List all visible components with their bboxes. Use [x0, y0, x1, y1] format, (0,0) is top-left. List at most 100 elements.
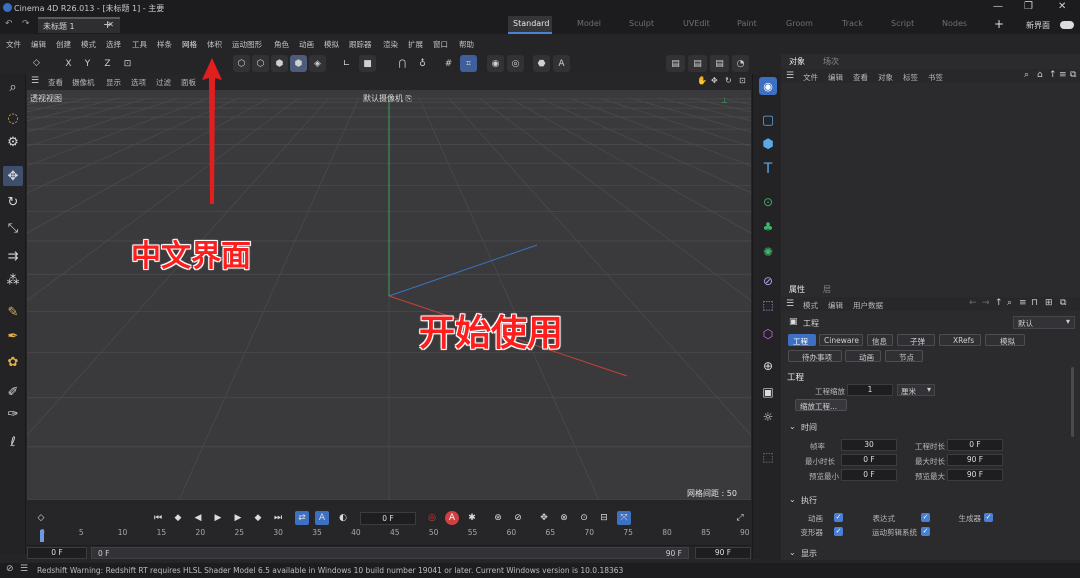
attr-filter-icon[interactable]: ≡	[1019, 298, 1027, 308]
solo-button[interactable]: ◎	[507, 55, 524, 72]
preview-min-input[interactable]: 0 F	[841, 469, 897, 481]
sketch-object-icon[interactable]: ⬚	[759, 448, 777, 466]
viewport-move-icon[interactable]: ✥	[711, 76, 718, 85]
axis-y-button[interactable]: Y	[79, 55, 96, 72]
layout-tab-paint[interactable]: Paint	[737, 19, 757, 28]
chip-cineware[interactable]: Cineware	[819, 334, 863, 346]
generators-checkbox[interactable]: ✓	[984, 513, 993, 522]
menu-window[interactable]: 窗口	[433, 39, 448, 50]
menu-tracker[interactable]: 跟踪器	[349, 39, 372, 50]
menu-volume[interactable]: 体积	[207, 39, 222, 50]
new-tab-button[interactable]: +	[103, 18, 112, 31]
scale-input[interactable]: 1	[847, 384, 893, 396]
cube-object-icon[interactable]: ⬢	[759, 135, 777, 153]
animation-checkbox[interactable]: ✓	[834, 513, 843, 522]
spline-smooth-icon[interactable]: ✿	[3, 352, 23, 372]
expressions-checkbox[interactable]: ✓	[921, 513, 930, 522]
viewport-hamburger-icon[interactable]: ☰	[31, 76, 39, 86]
snap-button[interactable]: ⋂	[394, 55, 411, 72]
range-slider[interactable]: 0 F 90 F	[91, 547, 689, 559]
chip-bullet[interactable]: 子弹	[897, 334, 935, 346]
rectangle-spline-icon[interactable]: ▢	[759, 111, 777, 129]
frame-ruler[interactable]: 051015202530354045505560657075808590	[27, 528, 751, 546]
key-rotation-icon[interactable]: ⊘	[511, 511, 525, 525]
attr-lock-icon[interactable]: ⊓	[1031, 298, 1038, 308]
object-filter-icon[interactable]: ≡	[1059, 70, 1067, 80]
object-menu-tags[interactable]: 标签	[903, 72, 918, 83]
move-tool-icon[interactable]: ✥	[3, 166, 23, 186]
field-object-icon[interactable]: ⬚	[759, 296, 777, 314]
perspective-viewport[interactable]: 透视视图 默认摄像机 ⎘ ⊥ 网格间距 : 50 cm 中文界面 开始使用	[27, 90, 751, 500]
key-settings-icon[interactable]: ✱	[465, 511, 479, 525]
spline-sketch-icon[interactable]: ✒	[3, 326, 23, 346]
paint-tool-icon[interactable]: ✑	[3, 404, 23, 424]
coordinate-system-button[interactable]: ⊡	[119, 55, 136, 72]
viewport-rotate-icon[interactable]: ↻	[725, 76, 732, 85]
object-menu-edit[interactable]: 编辑	[828, 72, 843, 83]
viewport-menu-cameras[interactable]: 摄像机	[72, 77, 95, 88]
texture-mode-button[interactable]: ◈	[309, 55, 326, 72]
tab-layers[interactable]: 层	[823, 284, 831, 295]
layout-tab-uvedit[interactable]: UVEdit	[683, 19, 710, 28]
preset-dropdown[interactable]: 默认 ▾	[1013, 316, 1075, 329]
chip-project[interactable]: 工程	[788, 334, 816, 346]
object-menu-bookmarks[interactable]: 书签	[928, 72, 943, 83]
model-mode-button[interactable]: ⬢	[290, 55, 307, 72]
minimize-button[interactable]: —	[993, 1, 1003, 12]
rotate-tool-icon[interactable]: ↻	[3, 192, 23, 212]
chip-xrefs[interactable]: XRefs	[939, 334, 981, 346]
menu-spline[interactable]: 样条	[157, 39, 172, 50]
end-frame-field[interactable]: 90 F	[695, 547, 751, 559]
attr-search-icon[interactable]: ⌕	[1007, 298, 1012, 308]
viewport-menu-filter[interactable]: 过滤	[156, 77, 171, 88]
render-view-button[interactable]: ▤	[666, 55, 685, 72]
locked-workplane-button[interactable]: ■	[359, 55, 376, 72]
next-key-icon[interactable]: ◆	[251, 511, 265, 525]
playhead[interactable]	[40, 530, 44, 542]
viewport-maximize-icon[interactable]: ⊡	[739, 76, 746, 85]
transfer-tool-icon[interactable]: ⇉	[3, 246, 23, 266]
viewport-pan-icon[interactable]: ✋	[697, 76, 707, 85]
object-newpanel-icon[interactable]: ⧉	[1070, 70, 1076, 80]
key-pla-icon[interactable]: ⊙	[577, 511, 591, 525]
scale-project-button[interactable]: 缩放工程...	[795, 399, 847, 411]
menu-animate[interactable]: 动画	[299, 39, 314, 50]
attr-menu-edit[interactable]: 编辑	[828, 300, 843, 311]
prev-key-icon[interactable]: ◆	[171, 511, 185, 525]
redo-icon[interactable]: ↷	[22, 19, 30, 29]
environment-object-icon[interactable]: ⊕	[759, 357, 777, 375]
min-time-input[interactable]: 0 F	[841, 454, 897, 466]
workplane-button[interactable]: ∟	[338, 55, 355, 72]
motion-system-checkbox[interactable]: ✓	[921, 527, 930, 536]
play-icon[interactable]: ▶	[211, 511, 225, 525]
points-mode-button[interactable]: ⬡	[233, 55, 250, 72]
menu-tools[interactable]: 工具	[132, 39, 147, 50]
soft-selection-button[interactable]: ◉	[487, 55, 504, 72]
null-object-icon[interactable]: ⊙	[759, 193, 777, 211]
new-layout-label[interactable]: 新界面	[1026, 20, 1050, 31]
render-picture-viewer-button[interactable]: ▤	[688, 55, 707, 72]
current-frame-field[interactable]: 0 F	[360, 512, 416, 525]
autokey-icon[interactable]: A	[445, 511, 459, 525]
layout-tab-nodes[interactable]: Nodes	[942, 19, 967, 28]
menu-mode[interactable]: 模式	[81, 39, 96, 50]
layout-tab-script[interactable]: Script	[891, 19, 914, 28]
max-time-input[interactable]: 90 F	[947, 454, 1003, 466]
layout-tab-standard[interactable]: Standard	[513, 19, 549, 28]
key-mode-icon[interactable]: ⤧	[617, 511, 631, 525]
auto-key-button[interactable]: A	[553, 55, 570, 72]
go-to-end-icon[interactable]: ⏭	[271, 511, 285, 525]
camera-object-icon[interactable]: ▣	[759, 383, 777, 401]
tab-takes[interactable]: 场次	[823, 56, 839, 67]
menu-select[interactable]: 选择	[106, 39, 121, 50]
menu-mograph[interactable]: 运动图形	[232, 39, 262, 50]
unit-dropdown[interactable]: 厘米 ▾	[897, 384, 935, 396]
chip-info[interactable]: 信息	[867, 334, 893, 346]
attr-forward-icon[interactable]: →	[982, 298, 990, 308]
edges-mode-button[interactable]: ⬡	[252, 55, 269, 72]
attr-back-icon[interactable]: ←	[969, 298, 977, 308]
axis-z-button[interactable]: Z	[99, 55, 116, 72]
object-up-icon[interactable]: ↑	[1049, 70, 1057, 80]
maximize-button[interactable]: ❐	[1024, 1, 1033, 12]
attr-menu-userdata[interactable]: 用户数据	[853, 300, 883, 311]
